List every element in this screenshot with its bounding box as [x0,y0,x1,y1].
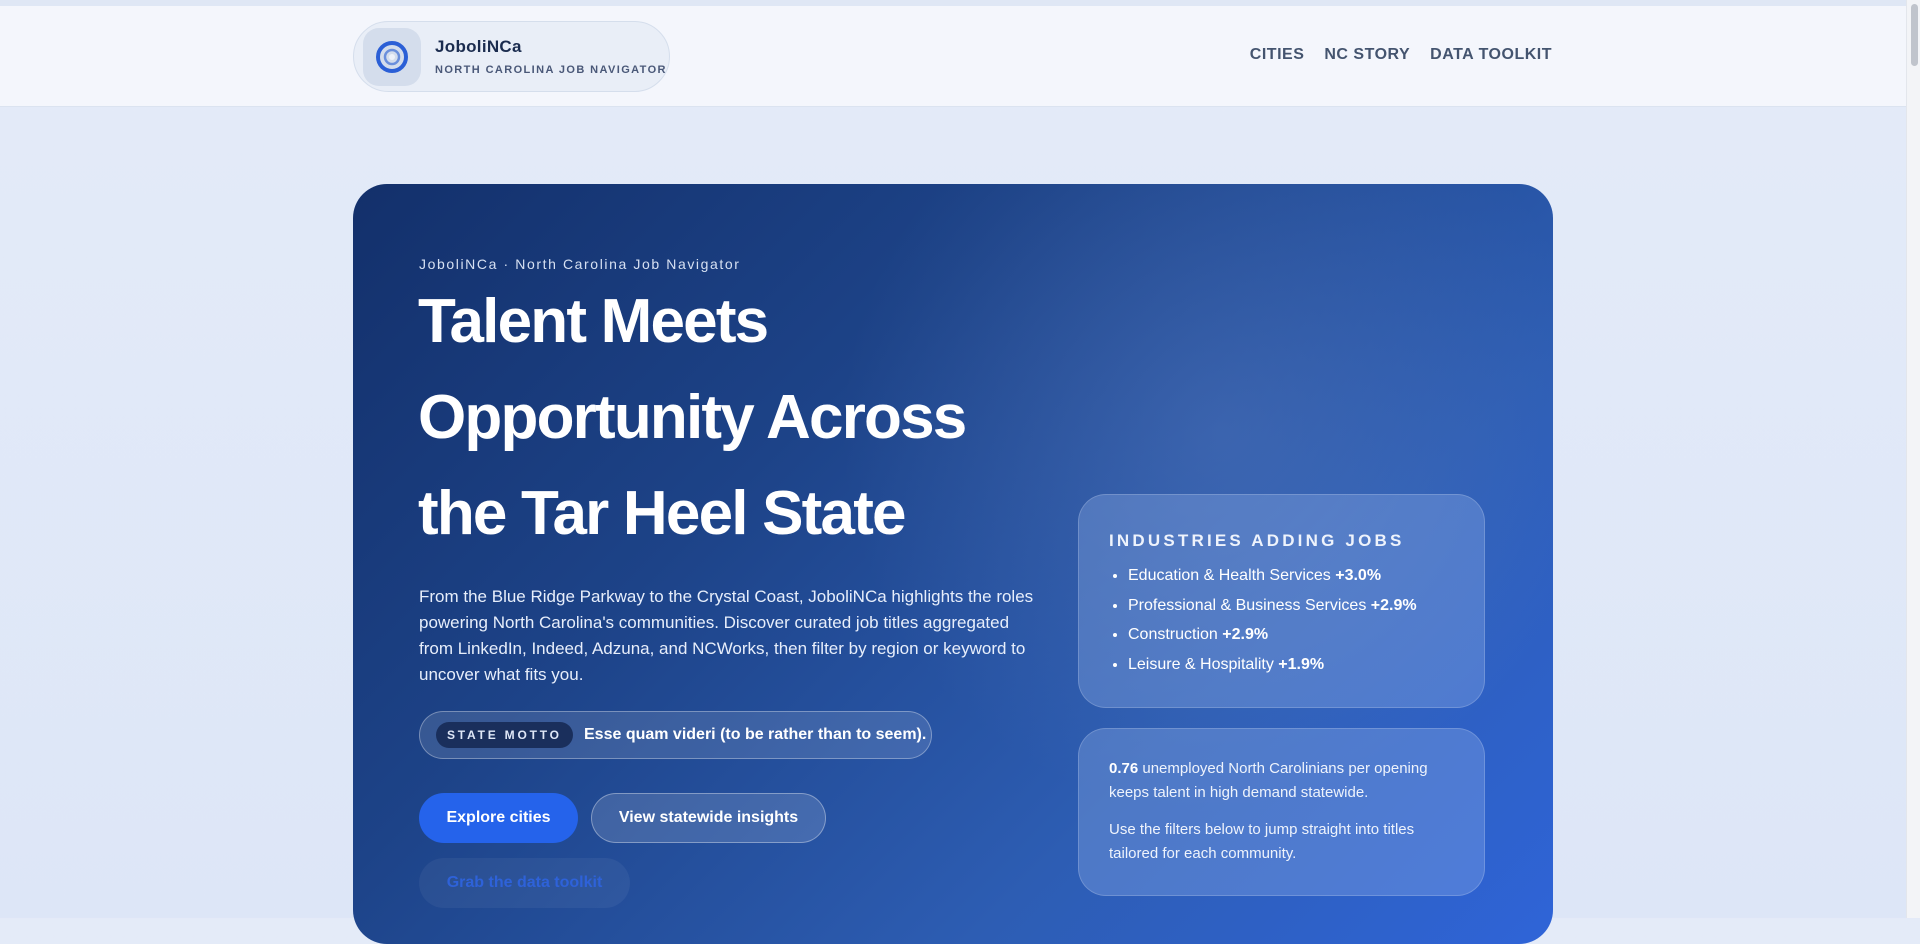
main-nav: CITIES NC STORY DATA TOOLKIT [1250,46,1552,64]
hero-description: From the Blue Ridge Parkway to the Cryst… [419,587,1034,684]
brand-tagline: NORTH CAROLINA JOB NAVIGATOR [435,64,667,76]
site-header: JoboliNCa NORTH CAROLINA JOB NAVIGATOR C… [0,6,1906,107]
nav-link-cities[interactable]: CITIES [1250,46,1305,64]
industries-title: INDUSTRIES ADDING JOBS [1109,531,1405,550]
brand-pill[interactable]: JoboliNCa NORTH CAROLINA JOB NAVIGATOR [353,21,670,92]
page-scrollbar[interactable] [1906,0,1920,918]
data-toolkit-button[interactable]: Grab the data toolkit [419,858,630,908]
industries-list: Education & Health Services +3.0% Profes… [1109,566,1417,684]
hero-panel: JoboliNCa · North Carolina Job Navigator… [353,184,1553,944]
industry-change: +3.0% [1335,567,1382,584]
demand-ratio-value: 0.76 [1109,760,1139,777]
target-ring-icon [376,41,408,73]
industry-item: Education & Health Services +3.0% [1128,566,1417,585]
explore-cities-button[interactable]: Explore cities [419,793,578,843]
logo-badge [363,28,421,86]
industry-name: Leisure & Hospitality [1128,655,1274,673]
industry-change: +1.9% [1278,655,1325,673]
state-motto-pill: STATE MOTTO Esse quam videri (to be rath… [419,711,932,759]
industry-change: +2.9% [1370,596,1417,614]
filter-tip-text: Use the filters below to jump straight i… [1109,821,1415,862]
industry-name: Construction [1128,626,1218,643]
state-motto-label: STATE MOTTO [436,722,573,748]
industries-card: INDUSTRIES ADDING JOBS Education & Healt… [1078,494,1485,708]
hero-title: Talent Meets Opportunity Across the Tar … [418,287,967,548]
industry-item: Leisure & Hospitality +1.9% [1128,655,1417,674]
hero-eyebrow: JoboliNCa · North Carolina Job Navigator [419,256,741,272]
scrollbar-thumb[interactable] [1911,4,1918,66]
demand-stats-card: 0.76 unemployed North Carolinians per op… [1078,728,1485,896]
industry-item: Construction +2.9% [1128,625,1417,644]
industry-name: Education & Health Services [1128,567,1331,584]
nav-link-nc-story[interactable]: NC STORY [1324,46,1410,64]
statewide-insights-button[interactable]: View statewide insights [591,793,826,843]
industry-item: Professional & Business Services +2.9% [1128,596,1417,615]
state-motto-text: Esse quam videri (to be rather than to s… [584,726,927,743]
brand-name: JoboliNCa [435,37,522,56]
demand-ratio-description: unemployed North Carolinians per opening… [1109,760,1428,801]
industry-change: +2.9% [1222,626,1269,643]
demand-ratio-text: 0.76 unemployed North Carolinians per op… [1109,757,1461,805]
industry-name: Professional & Business Services [1128,596,1367,614]
nav-link-data-toolkit[interactable]: DATA TOOLKIT [1430,46,1552,64]
